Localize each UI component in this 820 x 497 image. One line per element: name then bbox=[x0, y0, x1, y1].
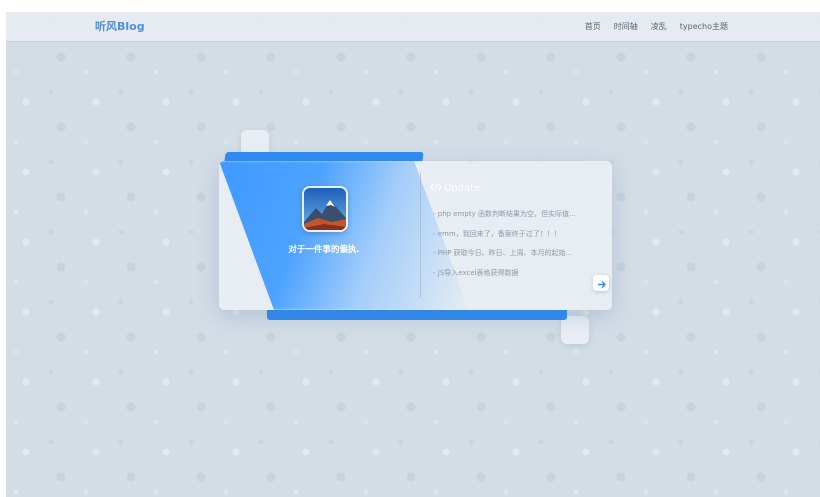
hero-card: 对于一件事的偏执. Update - php empty 函数判断结果为空，但实… bbox=[219, 161, 612, 310]
update-item[interactable]: - php empty 函数判断结果为空，但实际值... bbox=[433, 205, 576, 225]
code-icon bbox=[430, 182, 442, 195]
update-title-text: Update bbox=[444, 183, 481, 194]
update-heading: Update bbox=[430, 182, 480, 195]
profile-motto: 对于一件事的偏执. bbox=[288, 245, 360, 255]
site-logo[interactable]: 听风Blog bbox=[95, 18, 145, 34]
update-list: - php empty 函数判断结果为空，但实际值... - emm，我回来了，… bbox=[433, 205, 576, 283]
nav-link-home[interactable]: 首页 bbox=[585, 21, 601, 32]
card-divider bbox=[420, 173, 421, 298]
update-item[interactable]: - emm，我回来了，备案终于过了！！！ bbox=[433, 225, 576, 245]
page-background: 听风Blog 首页 时间轴 凌乱 typecho主题 对于一件事的偏执. Upd… bbox=[6, 12, 820, 497]
accent-bar-bottom bbox=[267, 310, 567, 320]
top-navbar: 听风Blog 首页 时间轴 凌乱 typecho主题 bbox=[6, 12, 820, 42]
nav-menu: 首页 时间轴 凌乱 typecho主题 bbox=[585, 21, 728, 32]
nav-link-theme[interactable]: typecho主题 bbox=[680, 21, 728, 32]
update-item[interactable]: - PHP 获取今日、昨日、上周、本月的起始... bbox=[433, 244, 576, 264]
avatar bbox=[302, 186, 348, 232]
nav-link-timeline[interactable]: 时间轴 bbox=[614, 21, 638, 32]
decorative-square-bottom bbox=[561, 316, 589, 344]
update-item[interactable]: - JS导入excel表格获得数据 bbox=[433, 264, 576, 284]
arrow-right-icon bbox=[597, 274, 606, 293]
more-updates-button[interactable] bbox=[593, 275, 609, 291]
nav-link-misc[interactable]: 凌乱 bbox=[651, 21, 667, 32]
